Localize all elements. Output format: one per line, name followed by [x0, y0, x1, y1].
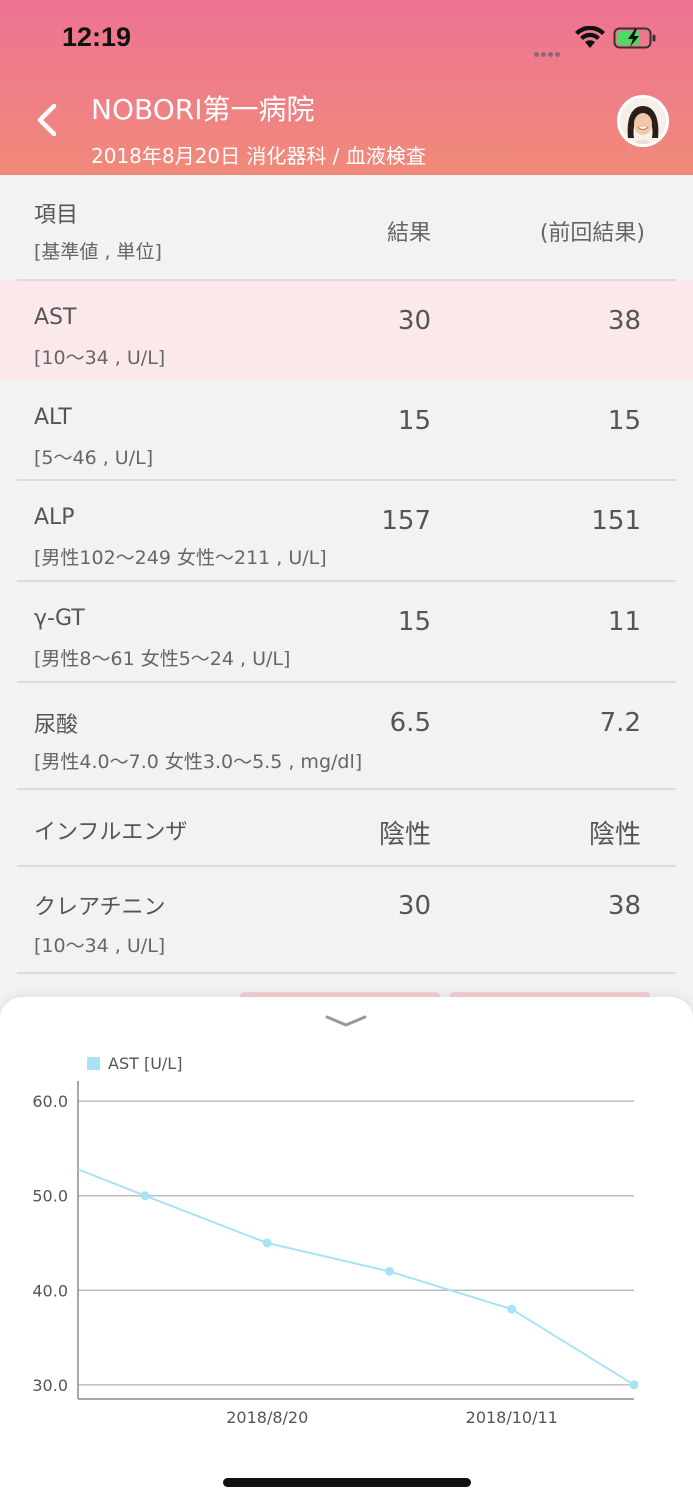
column-header-item: 項目	[34, 203, 79, 228]
item-previous: 38	[607, 891, 641, 921]
page-title: NOBORI第一病院	[91, 93, 315, 126]
visit-subtitle: 2018年8月20日 消化器科 / 血液検査	[91, 144, 426, 168]
item-name: ALP	[34, 505, 75, 530]
table-row[interactable]: クレアチニン [10〜34 , U/L] 30 38	[0, 867, 693, 974]
item-previous: 151	[591, 506, 641, 536]
results-table: 項目 [基準値 , 単位] 結果 (前回結果) AST [10〜34 , U/L…	[0, 175, 693, 974]
wifi-icon	[575, 26, 605, 48]
item-name: 尿酸	[34, 713, 79, 738]
item-previous: 38	[607, 306, 641, 336]
avatar[interactable]	[617, 95, 669, 147]
column-header-result: 結果	[386, 221, 431, 246]
item-previous: 15	[607, 406, 641, 436]
item-result: 陰性	[378, 820, 431, 850]
item-result: 6.5	[389, 708, 431, 738]
data-point	[262, 1238, 272, 1248]
item-name: AST	[34, 305, 77, 330]
y-tick-label: 30.0	[32, 1376, 68, 1395]
item-name: γ-GT	[34, 606, 85, 631]
data-point	[385, 1266, 394, 1276]
item-range: [男性102〜249 女性〜211 , U/L]	[34, 547, 327, 569]
item-previous: 7.2	[599, 708, 641, 738]
chart-sheet[interactable]: 60.0 50.0 40.0 30.0 2018/8/20 2018/10/11 AST […	[0, 997, 693, 1500]
x-tick-label: 2018/8/20	[226, 1408, 308, 1427]
item-result: 30	[397, 306, 431, 336]
series-line	[77, 1168, 635, 1386]
item-range: [10〜34 , U/L]	[34, 347, 166, 369]
user-avatar-icon	[620, 98, 666, 144]
table-row[interactable]: 尿酸 [男性4.0〜7.0 女性3.0〜5.5 , mg/dl] 6.5 7.2	[0, 683, 693, 790]
item-result: 15	[397, 607, 431, 637]
back-button[interactable]	[30, 100, 66, 140]
legend-label: AST [U/L]	[108, 1054, 182, 1073]
item-range: [10〜34 , U/L]	[34, 935, 166, 957]
column-header-range: [基準値 , 単位]	[34, 241, 162, 263]
item-name: インフルエンザ	[34, 820, 188, 845]
table-row[interactable]: インフルエンザ 陰性 陰性	[0, 790, 693, 867]
home-indicator[interactable]	[223, 1478, 471, 1487]
table-row[interactable]: γ-GT [男性8〜61 女性5〜24 , U/L] 15 11	[0, 582, 693, 683]
column-header-previous: (前回結果)	[539, 221, 645, 246]
item-name: クレアチニン	[34, 895, 166, 920]
item-result: 157	[381, 506, 431, 536]
data-point	[507, 1304, 517, 1314]
item-range: [男性4.0〜7.0 女性3.0〜5.5 , mg/dl]	[34, 751, 363, 773]
x-tick-label: 2018/10/11	[466, 1408, 558, 1427]
item-name: ALT	[34, 405, 72, 430]
item-result: 30	[397, 891, 431, 921]
status-time: 12:19	[62, 22, 132, 52]
y-tick-label: 60.0	[32, 1092, 68, 1111]
table-header-row: 項目 [基準値 , 単位] 結果 (前回結果)	[0, 175, 693, 281]
y-tick-label: 50.0	[32, 1187, 68, 1206]
table-row[interactable]: ALP [男性102〜249 女性〜211 , U/L] 157 151	[0, 481, 693, 582]
battery-charging-icon	[613, 27, 656, 49]
y-tick-label: 40.0	[32, 1281, 68, 1300]
ast-line-chart: 60.0 50.0 40.0 30.0 2018/8/20 2018/10/11 AST […	[32, 1054, 639, 1427]
item-range: [5〜46 , U/L]	[34, 447, 154, 469]
item-previous: 11	[607, 607, 641, 637]
data-point	[629, 1380, 639, 1390]
item-previous: 陰性	[588, 820, 641, 850]
table-row[interactable]: ALT [5〜46 , U/L] 15 15	[0, 381, 693, 481]
app-header: 12:19 NOBORI第一病院 2018年8月20日 消化器科 / 血液検査	[0, 0, 693, 175]
item-range: [男性8〜61 女性5〜24 , U/L]	[34, 648, 291, 670]
cellular-signal-icon	[534, 42, 566, 57]
table-row[interactable]: AST [10〜34 , U/L] 30 38	[0, 281, 693, 381]
item-result: 15	[397, 406, 431, 436]
legend-swatch	[87, 1057, 100, 1070]
data-point	[140, 1191, 150, 1201]
